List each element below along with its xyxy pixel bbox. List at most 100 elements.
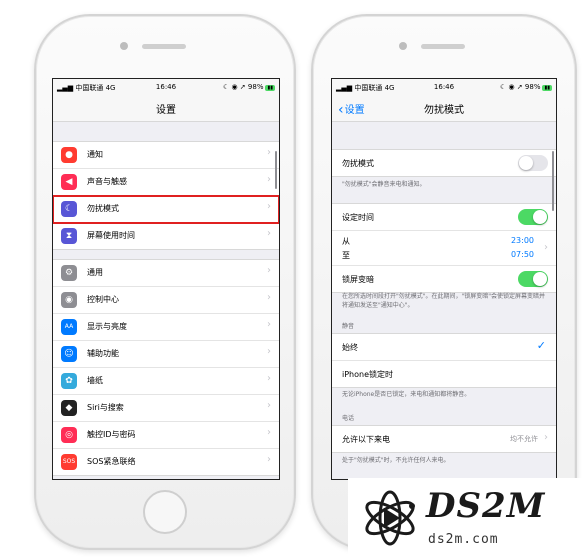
allow-calls-row[interactable]: 允许以下来电 均不允许 › xyxy=(332,426,556,452)
silence-locked-row[interactable]: iPhone锁定时 xyxy=(332,361,556,387)
settings-row-gear[interactable]: ⚙ 通用 › xyxy=(53,260,279,287)
page-title: 勿扰模式 xyxy=(424,105,464,116)
settings-row-accessibility[interactable]: ☺ 辅助功能 › xyxy=(53,341,279,368)
settings-row-label: 通知 xyxy=(87,150,103,159)
dim-lock-note: 在您所选时间段打开"勿扰模式"。在此期间，"锁屏变暗"会使锁定屏幕变暗并将通知发… xyxy=(342,293,546,309)
front-camera xyxy=(399,42,407,50)
chevron-right-icon: › xyxy=(267,228,271,239)
phone-right: ▂▄▆ 中国联通 4G 16:46 ☾ ◉ ➚ 98% ▮▮ ‹设置 勿扰模式 勿… xyxy=(311,14,577,550)
silence-note: 无论iPhone是否已锁定，来电和通知都将静音。 xyxy=(342,391,471,398)
watermark-domain: ds2m.com xyxy=(428,532,499,547)
chevron-right-icon: › xyxy=(267,319,271,330)
settings-row-hourglass[interactable]: ⧗ 屏幕使用时间 › xyxy=(53,223,279,249)
settings-row-fingerprint[interactable]: ◎ 触控ID与密码 › xyxy=(53,422,279,449)
chevron-right-icon: › xyxy=(544,242,548,253)
to-label: 至 xyxy=(342,251,350,260)
from-time: 23:00 xyxy=(510,236,534,245)
silence-locked-label: iPhone锁定时 xyxy=(342,370,394,379)
settings-row-label: 墙纸 xyxy=(87,376,103,385)
settings-row-moon[interactable]: ☾ 勿扰模式 › xyxy=(53,195,279,224)
scheduled-row[interactable]: 设定时间 xyxy=(332,204,556,231)
from-label: 从 xyxy=(342,237,350,246)
earpiece xyxy=(421,44,465,49)
to-time: 07:50 xyxy=(510,250,534,259)
chevron-right-icon: › xyxy=(267,174,271,185)
settings-row-label: 辅助功能 xyxy=(87,349,119,358)
dnd-screen: ▂▄▆ 中国联通 4G 16:46 ☾ ◉ ➚ 98% ▮▮ ‹设置 勿扰模式 勿… xyxy=(331,78,557,480)
battery-icon: ▮▮ xyxy=(265,85,275,91)
gear-icon: ⚙ xyxy=(61,265,77,281)
home-button[interactable] xyxy=(143,490,187,534)
battery-icon: ▮▮ xyxy=(542,85,552,91)
phone-header: 电话 xyxy=(342,415,355,422)
status-bar: ▂▄▆ 中国联通 4G 16:46 ☾ ◉ ➚ 98% ▮▮ xyxy=(53,79,279,95)
settings-row-siri[interactable]: ◆ Siri与搜索 › xyxy=(53,395,279,422)
allow-calls-value: 均不允许 xyxy=(510,435,538,443)
atom-logo-icon xyxy=(365,490,415,546)
siri-icon: ◆ xyxy=(61,400,77,416)
chevron-right-icon: › xyxy=(544,432,548,443)
settings-row-label: 通用 xyxy=(87,268,103,277)
chevron-right-icon: › xyxy=(267,454,271,465)
chevron-right-icon: › xyxy=(267,147,271,158)
settings-row-label: 声音与触感 xyxy=(87,177,127,186)
notification-icon: ● xyxy=(61,147,77,163)
settings-group-1: ● 通知 › ◀ 声音与触感 › ☾ 勿扰模式 › ⧗ 屏幕使用时间 › xyxy=(53,141,279,250)
front-camera xyxy=(120,42,128,50)
time-range-row[interactable]: 从 至 23:00 07:50 › xyxy=(332,231,556,266)
speaker-icon: ◀ xyxy=(61,174,77,190)
settings-row-control-center[interactable]: ◉ 控制中心 › xyxy=(53,287,279,314)
chevron-right-icon: › xyxy=(267,373,271,384)
silence-always-label: 始终 xyxy=(342,343,358,352)
settings-row-sos[interactable]: SOS SOS紧急联络 › xyxy=(53,449,279,475)
hourglass-icon: ⧗ xyxy=(61,228,77,244)
chevron-right-icon: › xyxy=(267,346,271,357)
settings-row-notification[interactable]: ● 通知 › xyxy=(53,142,279,169)
silence-always-row[interactable]: 始终 ✓ xyxy=(332,334,556,361)
settings-row-label: SOS紧急联络 xyxy=(87,457,136,466)
dim-lock-label: 锁屏变暗 xyxy=(342,275,374,284)
silence-header: 静音 xyxy=(342,323,355,330)
chevron-right-icon: › xyxy=(267,292,271,303)
nav-bar: ‹设置 勿扰模式 xyxy=(332,95,556,122)
wallpaper-icon: ✿ xyxy=(61,373,77,389)
schedule-group: 设定时间 从 至 23:00 07:50 › 锁屏变暗 xyxy=(332,203,556,293)
status-bar: ▂▄▆ 中国联通 4G 16:46 ☾ ◉ ➚ 98% ▮▮ xyxy=(332,79,556,95)
calls-note: 处于"勿扰模式"时，不允许任何人来电。 xyxy=(342,457,450,464)
calls-group: 允许以下来电 均不允许 › xyxy=(332,425,556,453)
fingerprint-icon: ◎ xyxy=(61,427,77,443)
settings-row-label: 显示与亮度 xyxy=(87,322,127,331)
earpiece xyxy=(142,44,186,49)
page-title: 设置 xyxy=(156,105,176,116)
chevron-right-icon: › xyxy=(267,427,271,438)
chevron-right-icon: › xyxy=(267,265,271,276)
settings-row-display[interactable]: AA 显示与亮度 › xyxy=(53,314,279,341)
settings-row-label: 勿扰模式 xyxy=(87,204,119,213)
settings-row-label: Siri与搜索 xyxy=(87,403,124,412)
settings-row-label: 触控ID与密码 xyxy=(87,430,136,439)
settings-group-2: ⚙ 通用 › ◉ 控制中心 › AA 显示与亮度 › ☺ 辅助功能 › ✿ 墙纸 › ◆ Siri与搜索 › ◎ 触控… xyxy=(53,259,279,476)
silence-group: 始终 ✓ iPhone锁定时 xyxy=(332,333,556,388)
dnd-label: 勿扰模式 xyxy=(342,159,374,168)
chevron-right-icon: › xyxy=(267,201,271,212)
dnd-switch[interactable] xyxy=(518,155,548,171)
dim-lock-switch[interactable] xyxy=(518,271,548,287)
accessibility-icon: ☺ xyxy=(61,346,77,362)
display-icon: AA xyxy=(61,319,77,335)
scrollbar[interactable] xyxy=(552,151,554,211)
scrollbar[interactable] xyxy=(275,151,277,189)
chevron-right-icon: › xyxy=(267,400,271,411)
sos-icon: SOS xyxy=(61,454,77,470)
dnd-row[interactable]: 勿扰模式 xyxy=(332,150,556,176)
settings-row-wallpaper[interactable]: ✿ 墙纸 › xyxy=(53,368,279,395)
dnd-toggle-group: 勿扰模式 xyxy=(332,149,556,177)
watermark-brand: DS2M xyxy=(426,486,546,526)
scheduled-label: 设定时间 xyxy=(342,213,374,222)
dim-lock-row[interactable]: 锁屏变暗 xyxy=(332,266,556,292)
scheduled-switch[interactable] xyxy=(518,209,548,225)
dnd-note: "勿扰模式"会静音来电和通知。 xyxy=(342,181,426,188)
settings-row-label: 屏幕使用时间 xyxy=(87,231,135,240)
allow-calls-label: 允许以下来电 xyxy=(342,435,390,444)
settings-row-speaker[interactable]: ◀ 声音与触感 › xyxy=(53,169,279,196)
watermark: DS2M ds2m.com xyxy=(348,478,584,558)
